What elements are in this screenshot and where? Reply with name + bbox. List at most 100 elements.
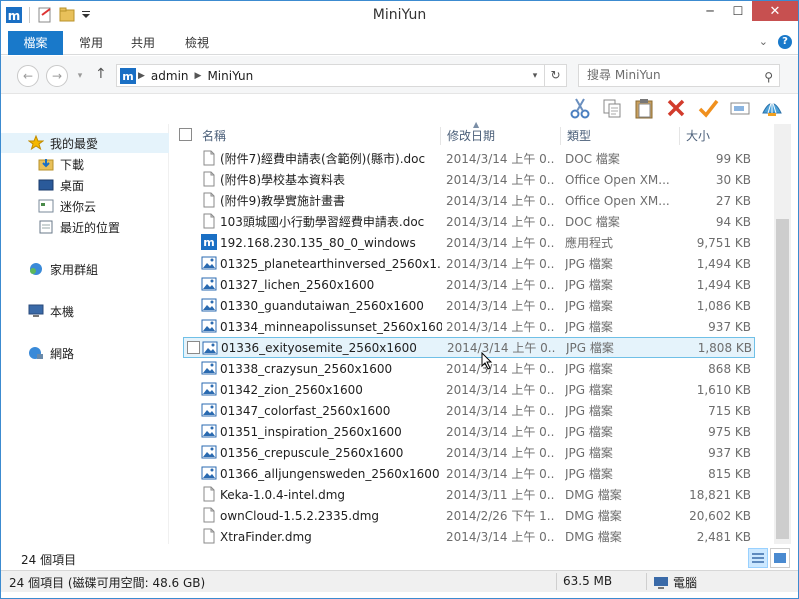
- image-file-icon: [201, 255, 217, 271]
- file-row[interactable]: ownCloud-1.5.2.2335.dmg 2014/2/26 下午 1...…: [183, 505, 755, 526]
- cut-icon[interactable]: [568, 96, 592, 120]
- recent-locations-button[interactable]: ▾: [73, 65, 87, 87]
- file-name: 01366_alljungensweden_2560x1600: [220, 466, 440, 481]
- column-header-size[interactable]: 大小: [679, 127, 747, 145]
- vertical-scrollbar[interactable]: [774, 124, 791, 544]
- forward-button[interactable]: →: [46, 65, 68, 87]
- nav-label: 我的最愛: [50, 136, 99, 151]
- back-button[interactable]: ←: [17, 65, 39, 87]
- file-row[interactable]: 01336_exityosemite_2560x1600 2014/3/14 上午…: [183, 337, 755, 358]
- up-button[interactable]: ↑: [95, 66, 107, 82]
- checkmark-icon[interactable]: [696, 96, 720, 120]
- tab-share[interactable]: 共用: [123, 31, 163, 55]
- rename-icon[interactable]: [728, 96, 752, 120]
- help-icon[interactable]: ?: [778, 35, 792, 49]
- refresh-icon[interactable]: ↻: [544, 65, 566, 86]
- status-divider: [556, 573, 557, 590]
- view-switcher: [748, 548, 790, 568]
- computer-status-icon: [654, 576, 668, 589]
- nav-favorites[interactable]: 我的最愛: [1, 133, 169, 153]
- file-row[interactable]: 01334_minneapolissunset_2560x1600 2014/3/…: [183, 316, 755, 337]
- expand-ribbon-icon[interactable]: ⌄: [759, 35, 768, 49]
- file-row[interactable]: 01351_inspiration_2560x1600 2014/3/14 上午 …: [183, 421, 755, 442]
- delete-icon[interactable]: [664, 96, 688, 120]
- address-history-icon[interactable]: ▾: [526, 71, 544, 81]
- file-row[interactable]: 01325_planetearthinversed_2560x1... 2014/…: [183, 253, 755, 274]
- details-view-icon[interactable]: [748, 548, 768, 568]
- file-date: 2014/3/14 上午 0...: [446, 320, 554, 334]
- tab-view[interactable]: 檢視: [177, 31, 217, 55]
- file-type: JPG 檔案: [565, 257, 613, 271]
- file-row[interactable]: 01330_guandutaiwan_2560x1600 2014/3/14 上午…: [183, 295, 755, 316]
- maximize-button[interactable]: ☐: [724, 1, 752, 21]
- file-name: XtraFinder.dmg: [220, 529, 312, 544]
- file-date: 2014/3/14 上午 0...: [446, 278, 554, 292]
- file-date: 2014/3/14 上午 0...: [446, 257, 554, 271]
- status-divider: [646, 573, 647, 590]
- scrollbar-thumb[interactable]: [776, 219, 789, 539]
- desktop-icon: [38, 177, 54, 193]
- nav-desktop[interactable]: 桌面: [1, 175, 169, 195]
- image-file-icon: [201, 444, 217, 460]
- nav-network[interactable]: 網路: [1, 343, 169, 363]
- file-date: 2014/3/14 上午 0...: [446, 152, 554, 166]
- file-row[interactable]: (附件9)教學實施計畫書 2014/3/14 上午 0... Office Open…: [183, 190, 755, 211]
- address-bar[interactable]: m ▶ admin ▶ MiniYun ▾ ↻: [116, 64, 567, 87]
- select-all-checkbox[interactable]: [179, 128, 192, 141]
- file-name: (附件9)教學實施計畫書: [220, 194, 345, 208]
- breadcrumb-separator-icon[interactable]: ▶: [136, 71, 147, 81]
- image-file-icon: [201, 465, 217, 481]
- file-date: 2014/3/14 上午 0...: [446, 215, 554, 229]
- tab-file[interactable]: 檔案: [8, 31, 63, 55]
- downloads-folder-icon: [38, 156, 54, 172]
- file-row[interactable]: (附件8)學校基本資料表 2014/3/14 上午 0... Office Open…: [183, 169, 755, 190]
- file-date: 2014/3/14 上午 0...: [446, 194, 554, 208]
- file-row[interactable]: m 192.168.230.135_80_0_windows 2014/3/14 上…: [183, 232, 755, 253]
- breadcrumb-separator-icon[interactable]: ▶: [193, 71, 204, 81]
- file-size: 937 KB: [708, 445, 751, 460]
- search-input[interactable]: 搜尋 MiniYun ⚲: [578, 64, 780, 87]
- nav-downloads[interactable]: 下載: [1, 154, 169, 174]
- paste-icon[interactable]: [632, 96, 656, 120]
- file-row[interactable]: 01356_crepuscule_2560x1600 2014/3/14 上午 0…: [183, 442, 755, 463]
- nav-miniyun[interactable]: 迷你云: [1, 196, 169, 216]
- file-row[interactable]: 01338_crazysun_2560x1600 2014/3/14 上午 0..…: [183, 358, 755, 379]
- column-header-name[interactable]: 名稱: [196, 127, 440, 145]
- file-name: 01356_crepuscule_2560x1600: [220, 445, 404, 460]
- application-file-icon: m: [201, 234, 217, 250]
- file-row[interactable]: (附件7)經費申請表(含範例)(縣市).doc 2014/3/14 上午 0...…: [183, 148, 755, 169]
- nav-this-pc[interactable]: 本機: [1, 301, 169, 321]
- file-row[interactable]: 01327_lichen_2560x1600 2014/3/14 上午 0... J…: [183, 274, 755, 295]
- file-list: (附件7)經費申請表(含範例)(縣市).doc 2014/3/14 上午 0...…: [171, 146, 771, 546]
- breadcrumb-admin[interactable]: admin: [147, 69, 193, 83]
- miniyun-shell-icon[interactable]: [760, 96, 784, 120]
- file-row[interactable]: 01342_zion_2560x1600 2014/3/14 上午 0... JPG…: [183, 379, 755, 400]
- status-bar: 24 個項目 (磁碟可用空間: 48.6 GB) 63.5 MB 電腦: [1, 570, 798, 592]
- tab-home[interactable]: 常用: [71, 31, 111, 55]
- copy-icon[interactable]: [600, 96, 624, 120]
- file-row[interactable]: 01347_colorfast_2560x1600 2014/3/14 上午 0.…: [183, 400, 755, 421]
- up-arrow-icon: ↑: [95, 66, 107, 82]
- file-size: 1,808 KB: [697, 340, 752, 355]
- nav-recent-places[interactable]: 最近的位置: [1, 217, 169, 237]
- file-row[interactable]: XtraFinder.dmg 2014/3/14 上午 0... DMG 檔案 2,4…: [183, 526, 755, 547]
- title-bar: m MiniYun ─ ☐ ✕: [1, 1, 798, 31]
- search-icon[interactable]: ⚲: [764, 67, 773, 88]
- file-date: 2014/3/14 上午 0...: [446, 236, 554, 250]
- breadcrumb-miniyun[interactable]: MiniYun: [203, 69, 257, 83]
- file-type: JPG 檔案: [565, 320, 613, 334]
- file-name: ownCloud-1.5.2.2335.dmg: [220, 508, 379, 523]
- nav-homegroup[interactable]: 家用群組: [1, 259, 169, 279]
- large-icons-view-icon[interactable]: [770, 548, 790, 568]
- file-name: 192.168.230.135_80_0_windows: [220, 235, 416, 250]
- nav-label: 家用群組: [50, 262, 99, 277]
- file-row[interactable]: 103頭城國小行動學習經費申請表.doc 2014/3/14 上午 0... DOC…: [183, 211, 755, 232]
- file-row[interactable]: Keka-1.0.4-intel.dmg 2014/3/11 上午 0... DMG…: [183, 484, 755, 505]
- column-header-date[interactable]: 修改日期: [440, 127, 560, 145]
- search-placeholder: 搜尋 MiniYun: [587, 68, 661, 82]
- close-button[interactable]: ✕: [752, 1, 798, 21]
- row-checkbox[interactable]: [187, 341, 200, 354]
- file-row[interactable]: 01366_alljungensweden_2560x1600 2014/3/14…: [183, 463, 755, 484]
- minimize-button[interactable]: ─: [696, 1, 724, 21]
- column-header-type[interactable]: 類型: [560, 127, 679, 145]
